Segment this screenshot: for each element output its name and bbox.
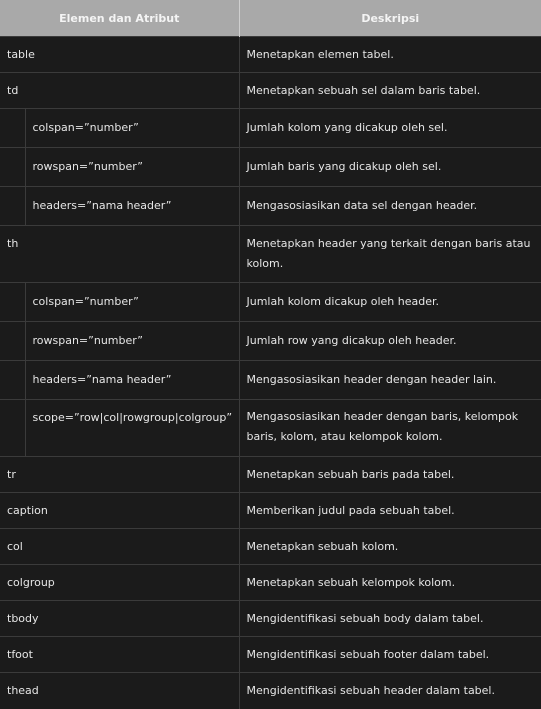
- element-name: thead: [0, 672, 240, 709]
- indent-cell: [0, 186, 26, 226]
- element-name: table: [0, 36, 240, 73]
- attribute-description: Jumlah kolom dicakup oleh header.: [239, 282, 541, 322]
- table-row: tbody Mengidentifikasi sebuah body dalam…: [0, 600, 541, 637]
- table-row: td Menetapkan sebuah sel dalam baris tab…: [0, 72, 541, 109]
- element-description: Menetapkan sebuah sel dalam baris tabel.: [239, 72, 541, 109]
- indent-cell: [0, 108, 26, 148]
- table-header-row: Elemen dan Atribut Deskripsi: [0, 0, 541, 37]
- attribute-description: Jumlah row yang dicakup oleh header.: [239, 321, 541, 361]
- element-name: td: [0, 72, 240, 109]
- table-row: thead Mengidentifikasi sebuah header dal…: [0, 672, 541, 709]
- table-row: rowspan=”number” Jumlah row yang dicakup…: [0, 321, 541, 361]
- table-row: headers=”nama header” Mengasosiasikan da…: [0, 186, 541, 226]
- element-description: Menetapkan sebuah baris pada tabel.: [239, 456, 541, 493]
- indent-cell: [0, 282, 26, 322]
- table-row: rowspan=”number” Jumlah baris yang dicak…: [0, 147, 541, 187]
- element-description: Menetapkan sebuah kelompok kolom.: [239, 564, 541, 601]
- element-description: Memberikan judul pada sebuah tabel.: [239, 492, 541, 529]
- attribute-description: Jumlah kolom yang dicakup oleh sel.: [239, 108, 541, 148]
- attribute-description: Mengasosiasikan header dengan header lai…: [239, 360, 541, 400]
- indent-cell: [0, 147, 26, 187]
- element-name: tbody: [0, 600, 240, 637]
- indent-cell: [0, 360, 26, 400]
- element-description: Menetapkan header yang terkait dengan ba…: [239, 225, 541, 283]
- html-table-elements-table: Elemen dan Atribut Deskripsi table Menet…: [0, 0, 541, 709]
- header-description: Deskripsi: [239, 0, 541, 37]
- table-row: caption Memberikan judul pada sebuah tab…: [0, 492, 541, 529]
- attribute-description: Mengasosiasikan header dengan baris, kel…: [239, 399, 541, 457]
- table-row: th Menetapkan header yang terkait dengan…: [0, 225, 541, 283]
- element-description: Mengidentifikasi sebuah footer dalam tab…: [239, 636, 541, 673]
- attribute-name: colspan=”number”: [25, 282, 240, 322]
- table-row: colgroup Menetapkan sebuah kelompok kolo…: [0, 564, 541, 601]
- attribute-name: colspan=”number”: [25, 108, 240, 148]
- element-name: col: [0, 528, 240, 565]
- table-row: scope=”row|col|rowgroup|colgroup” Mengas…: [0, 399, 541, 457]
- element-description: Menetapkan sebuah kolom.: [239, 528, 541, 565]
- indent-cell: [0, 399, 26, 457]
- attribute-name: headers=”nama header”: [25, 360, 240, 400]
- attribute-name: headers=”nama header”: [25, 186, 240, 226]
- attribute-description: Mengasosiasikan data sel dengan header.: [239, 186, 541, 226]
- element-description: Mengidentifikasi sebuah header dalam tab…: [239, 672, 541, 709]
- table-row: colspan=”number” Jumlah kolom dicakup ol…: [0, 282, 541, 322]
- element-description: Menetapkan elemen tabel.: [239, 36, 541, 73]
- indent-cell: [0, 321, 26, 361]
- table-row: tr Menetapkan sebuah baris pada tabel.: [0, 456, 541, 493]
- table-row: tfoot Mengidentifikasi sebuah footer dal…: [0, 636, 541, 673]
- attribute-description: Jumlah baris yang dicakup oleh sel.: [239, 147, 541, 187]
- element-name: tr: [0, 456, 240, 493]
- table-row: table Menetapkan elemen tabel.: [0, 36, 541, 73]
- table-row: col Menetapkan sebuah kolom.: [0, 528, 541, 565]
- header-element-attribute: Elemen dan Atribut: [0, 0, 240, 37]
- attribute-name: rowspan=”number”: [25, 147, 240, 187]
- attribute-name: scope=”row|col|rowgroup|colgroup”: [25, 399, 240, 457]
- element-name: th: [0, 225, 240, 283]
- element-name: colgroup: [0, 564, 240, 601]
- attribute-name: rowspan=”number”: [25, 321, 240, 361]
- element-name: tfoot: [0, 636, 240, 673]
- table-row: headers=”nama header” Mengasosiasikan he…: [0, 360, 541, 400]
- table-row: colspan=”number” Jumlah kolom yang dicak…: [0, 108, 541, 148]
- element-description: Mengidentifikasi sebuah body dalam tabel…: [239, 600, 541, 637]
- element-name: caption: [0, 492, 240, 529]
